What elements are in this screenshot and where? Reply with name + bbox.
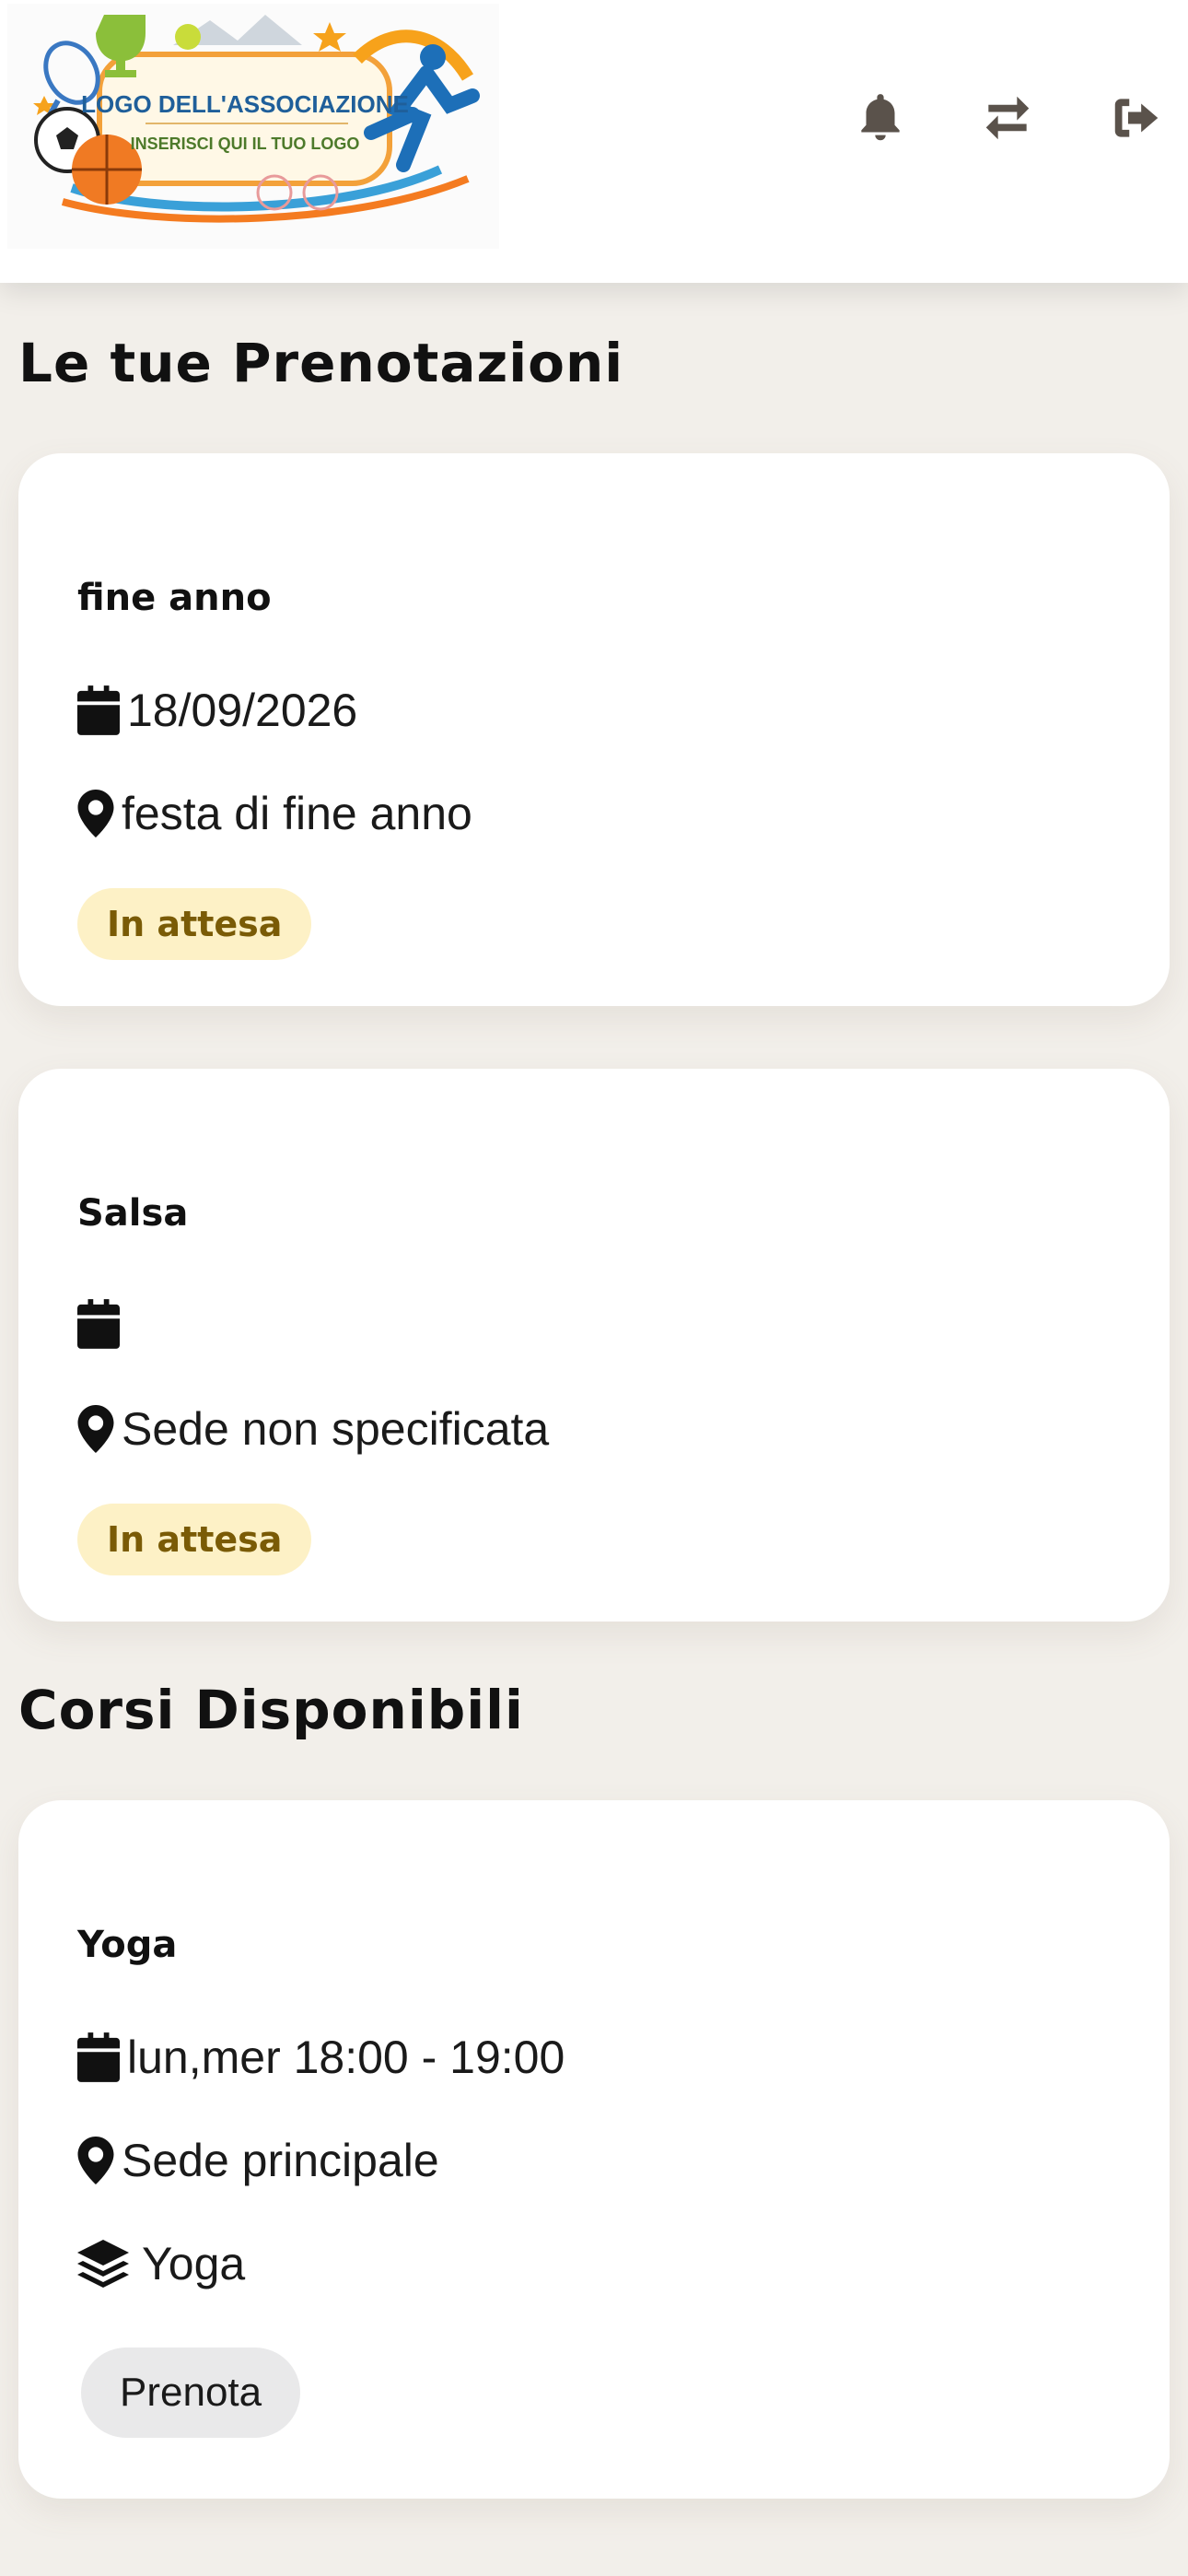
app-header: LOGO DELL'ASSOCIAZIONE INSERISCI QUI IL … (0, 0, 1188, 283)
booking-location: Sede non specificata (122, 1403, 550, 1455)
book-button[interactable]: Prenota (81, 2348, 301, 2438)
logout-button[interactable] (1103, 85, 1170, 151)
status-badge: In attesa (77, 1504, 312, 1575)
booking-location-row: festa di fine anno (77, 787, 472, 840)
map-marker-icon (77, 2137, 114, 2184)
status-badge: In attesa (77, 888, 312, 960)
course-location-row: Sede principale (77, 2134, 439, 2187)
map-marker-icon (77, 790, 114, 837)
booking-date-row (77, 1299, 127, 1349)
booking-location-row: Sede non specificata (77, 1402, 549, 1456)
layers-icon (77, 2240, 129, 2288)
course-category-row: Yoga (77, 2237, 245, 2290)
bell-icon (861, 94, 900, 141)
course-schedule-row: lun,mer 18:00 - 19:00 (77, 2031, 565, 2084)
course-name: Yoga (77, 1924, 178, 1966)
course-card: Yoga lun,mer 18:00 - 19:00 Sede principa… (18, 1800, 1170, 2499)
swap-icon (985, 96, 1030, 140)
booking-date: 18/09/2026 (127, 685, 358, 736)
booking-location: festa di fine anno (122, 788, 472, 839)
booking-name: fine anno (77, 577, 272, 619)
calendar-icon (77, 685, 120, 735)
logo-line2: INSERISCI QUI IL TUO LOGO (131, 135, 360, 153)
booking-name: Salsa (77, 1192, 189, 1235)
booking-date-row: 18/09/2026 (77, 684, 357, 737)
switch-button[interactable] (974, 85, 1041, 151)
courses-title: Corsi Disponibili (18, 1679, 524, 1741)
logo-line1: LOGO DELL'ASSOCIAZIONE (81, 90, 409, 118)
map-marker-icon (77, 1405, 114, 1453)
notifications-button[interactable] (847, 85, 914, 151)
calendar-icon (77, 2032, 120, 2082)
association-logo: LOGO DELL'ASSOCIAZIONE INSERISCI QUI IL … (7, 4, 499, 249)
calendar-icon (77, 1299, 120, 1349)
booking-card: Salsa Sede non specificata In attesa (18, 1069, 1170, 1622)
bookings-title: Le tue Prenotazioni (18, 332, 624, 394)
logout-icon (1114, 99, 1159, 137)
booking-card: fine anno 18/09/2026 festa di fine anno … (18, 453, 1170, 1006)
course-category: Yoga (142, 2238, 246, 2289)
course-schedule: lun,mer 18:00 - 19:00 (127, 2032, 565, 2083)
course-location: Sede principale (122, 2135, 439, 2186)
